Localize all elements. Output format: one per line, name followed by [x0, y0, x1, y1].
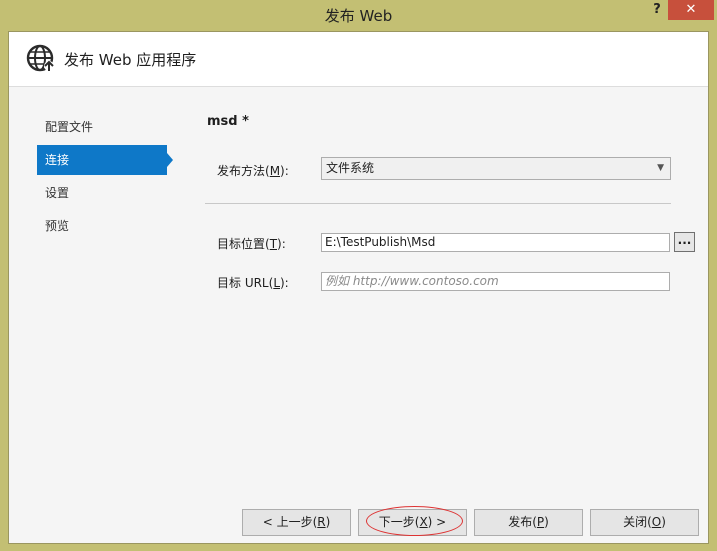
help-button[interactable]: ? [650, 2, 664, 22]
target-location-input[interactable]: E:\TestPublish\Msd [321, 233, 670, 252]
nav-item-connection[interactable]: 连接 [37, 145, 173, 175]
title-bar[interactable]: 发布 Web ? ✕ [0, 0, 717, 28]
publish-method-label: 发布方法(M): [217, 164, 289, 178]
publish-web-dialog: 发布 Web ? ✕ 发布 Web 应用程序 配置文件 连接 设置 预览 msd… [0, 0, 717, 551]
next-button[interactable]: 下一步(X) > [358, 509, 467, 536]
target-url-input[interactable]: 例如 http://www.contoso.com [321, 272, 670, 291]
nav-item-label: 预览 [45, 219, 70, 233]
dialog-header: 发布 Web 应用程序 [9, 32, 708, 87]
browse-button[interactable]: ... [674, 232, 695, 252]
close-button[interactable]: 关闭(O) [590, 509, 699, 536]
previous-button[interactable]: < 上一步(R) [242, 509, 351, 536]
close-window-button[interactable]: ✕ [668, 0, 714, 20]
chevron-down-icon: ▼ [657, 163, 664, 173]
profile-name: msd * [207, 114, 249, 129]
nav-item-settings[interactable]: 设置 [37, 178, 167, 208]
nav-item-preview[interactable]: 预览 [37, 211, 167, 241]
target-url-label: 目标 URL(L): [217, 276, 289, 290]
globe-publish-icon [26, 44, 54, 72]
dialog-body: 发布 Web 应用程序 配置文件 连接 设置 预览 msd * 发布方法(M):… [8, 31, 709, 544]
publish-method-select[interactable]: 文件系统 ▼ [321, 157, 671, 180]
nav-item-label: 连接 [45, 153, 70, 167]
nav-item-profile[interactable]: 配置文件 [37, 112, 167, 142]
nav-item-label: 配置文件 [45, 120, 94, 134]
publish-method-value: 文件系统 [326, 161, 375, 175]
publish-button[interactable]: 发布(P) [474, 509, 583, 536]
header-title: 发布 Web 应用程序 [64, 51, 197, 69]
active-arrow-icon [167, 153, 173, 167]
window-title: 发布 Web [324, 7, 393, 25]
nav-item-label: 设置 [45, 186, 70, 200]
target-location-label: 目标位置(T): [217, 237, 286, 251]
divider [205, 203, 671, 204]
